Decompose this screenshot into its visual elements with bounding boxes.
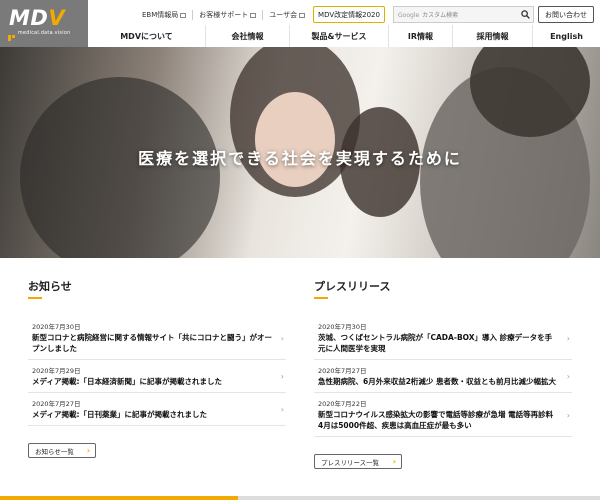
news-item[interactable]: 2020年7月29日 メディア掲載:「日本経済新聞」に記事が掲載されました › (28, 360, 286, 393)
news-title: お知らせ (28, 280, 72, 293)
mdv-logo[interactable]: MDV medical.data.vision (0, 0, 88, 47)
press-date: 2020年7月22日 (318, 400, 367, 408)
nav-recruit[interactable]: 採用情報 (452, 25, 532, 47)
news-text: メディア掲載:「日刊薬業」に記事が掲載されました (32, 410, 207, 419)
footer-divider (238, 496, 600, 500)
arrow-right-icon: › (86, 446, 90, 455)
hero-photo-shape (255, 92, 335, 187)
press-date: 2020年7月27日 (318, 367, 367, 375)
external-link-icon (250, 12, 257, 18)
news-item[interactable]: 2020年7月30日 新型コロナと病院経営に関する情報サイト「共にコロナと闘う」… (28, 316, 286, 360)
press-item[interactable]: 2020年7月22日 新型コロナウイルス感染拡大の影響で電話等診療が急増 電話等… (314, 393, 572, 437)
link-support[interactable]: お客様サポート (193, 10, 264, 20)
news-date: 2020年7月27日 (32, 400, 81, 408)
news-text: メディア掲載:「日本経済新聞」に記事が掲載されました (32, 377, 222, 386)
press-list-button[interactable]: プレスリリース一覧 › (314, 454, 402, 469)
nav-products[interactable]: 製品&サービス (289, 25, 388, 47)
nav-company[interactable]: 会社情報 (205, 25, 289, 47)
external-link-icon (180, 12, 187, 18)
logo-wordmark: MDV (9, 6, 66, 30)
external-link-icon (299, 12, 306, 18)
chevron-right-icon: › (280, 333, 284, 343)
news-list-button[interactable]: お知らせ一覧 › (28, 443, 96, 458)
arrow-right-icon: › (392, 457, 396, 466)
link-ebm[interactable]: EBM情報局 (136, 10, 194, 20)
press-date: 2020年7月30日 (318, 323, 367, 331)
chevron-right-icon: › (280, 405, 284, 414)
main-nav: MDVについて 会社情報 製品&サービス IR情報 採用情報 English (88, 25, 600, 47)
search-input[interactable]: Google カスタム検索 (394, 10, 517, 19)
news-item[interactable]: 2020年7月27日 メディア掲載:「日刊薬業」に記事が掲載されました › (28, 393, 286, 426)
utility-links: EBM情報局 お客様サポート ユーザ会 (136, 7, 311, 23)
logo-tagline: medical.data.vision (18, 31, 71, 36)
news-list: 2020年7月30日 新型コロナと病院経営に関する情報サイト「共にコロナと闘う」… (28, 316, 286, 426)
title-underline (28, 297, 42, 299)
chevron-right-icon: › (566, 410, 570, 420)
nav-ir[interactable]: IR情報 (388, 25, 452, 47)
news-section: お知らせ 2020年7月30日 新型コロナと病院経営に関する情報サイト「共にコロ… (0, 258, 600, 500)
press-text: 茨城、つくばセントラル病院が「CADA-BOX」導入 診療データを手元に人間医学… (318, 333, 553, 353)
search-icon[interactable] (517, 7, 533, 22)
mdv-revision-button[interactable]: MDV改定情報2020 (313, 6, 385, 23)
news-date: 2020年7月29日 (32, 367, 81, 375)
press-title: プレスリリース (314, 280, 391, 293)
footer-accent-bar (0, 496, 238, 500)
press-text: 新型コロナウイルス感染拡大の影響で電話等診療が急増 電話等再診料4月は5000件… (318, 410, 554, 430)
site-header: MDV medical.data.vision EBM情報局 お客様サポート ユ… (0, 0, 600, 47)
press-item[interactable]: 2020年7月27日 急性期病院、6月外来収益2桁減少 患者数・収益とも前月比減… (314, 360, 572, 393)
search-box[interactable]: Google カスタム検索 (393, 6, 534, 23)
title-underline (314, 297, 328, 299)
link-user-group[interactable]: ユーザ会 (263, 10, 311, 20)
press-item[interactable]: 2020年7月30日 茨城、つくばセントラル病院が「CADA-BOX」導入 診療… (314, 316, 572, 360)
press-text: 急性期病院、6月外来収益2桁減少 患者数・収益とも前月比減少幅拡大 (318, 377, 557, 386)
nav-english[interactable]: English (532, 25, 600, 47)
contact-button[interactable]: お問い合わせ (538, 6, 594, 23)
news-date: 2020年7月30日 (32, 323, 81, 331)
chevron-right-icon: › (566, 333, 570, 343)
news-text: 新型コロナと病院経営に関する情報サイト「共にコロナと闘う」がオープンしました (32, 333, 272, 353)
nav-about[interactable]: MDVについて (88, 25, 205, 47)
hero-title: 医療を選択できる社会を実現するために (138, 149, 462, 168)
press-list: 2020年7月30日 茨城、つくばセントラル病院が「CADA-BOX」導入 診療… (314, 316, 572, 437)
hero-banner: 医療を選択できる社会を実現するために (0, 47, 600, 258)
chevron-right-icon: › (280, 372, 284, 381)
chevron-right-icon: › (566, 372, 570, 381)
